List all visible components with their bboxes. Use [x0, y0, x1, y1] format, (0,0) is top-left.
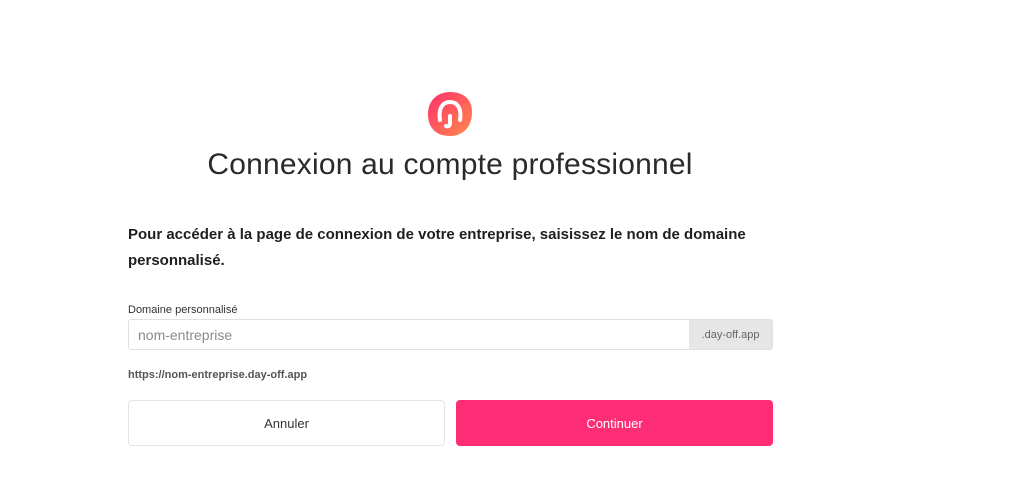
domain-suffix: .day-off.app	[689, 320, 772, 349]
login-page: Connexion au compte professionnel Pour a…	[0, 0, 1024, 498]
url-preview: https://nom-entreprise.day-off.app	[128, 369, 308, 381]
domain-input[interactable]	[129, 320, 689, 349]
domain-label: Domaine personnalisé	[128, 304, 238, 316]
cancel-button[interactable]: Annuler	[128, 400, 445, 446]
instructions-text: Pour accéder à la page de connexion de v…	[128, 226, 746, 269]
day-off-logo-icon	[426, 90, 474, 138]
continue-button[interactable]: Continuer	[456, 400, 773, 446]
page-title: Connexion au compte professionnel	[207, 148, 693, 181]
domain-input-group: .day-off.app	[128, 319, 773, 350]
